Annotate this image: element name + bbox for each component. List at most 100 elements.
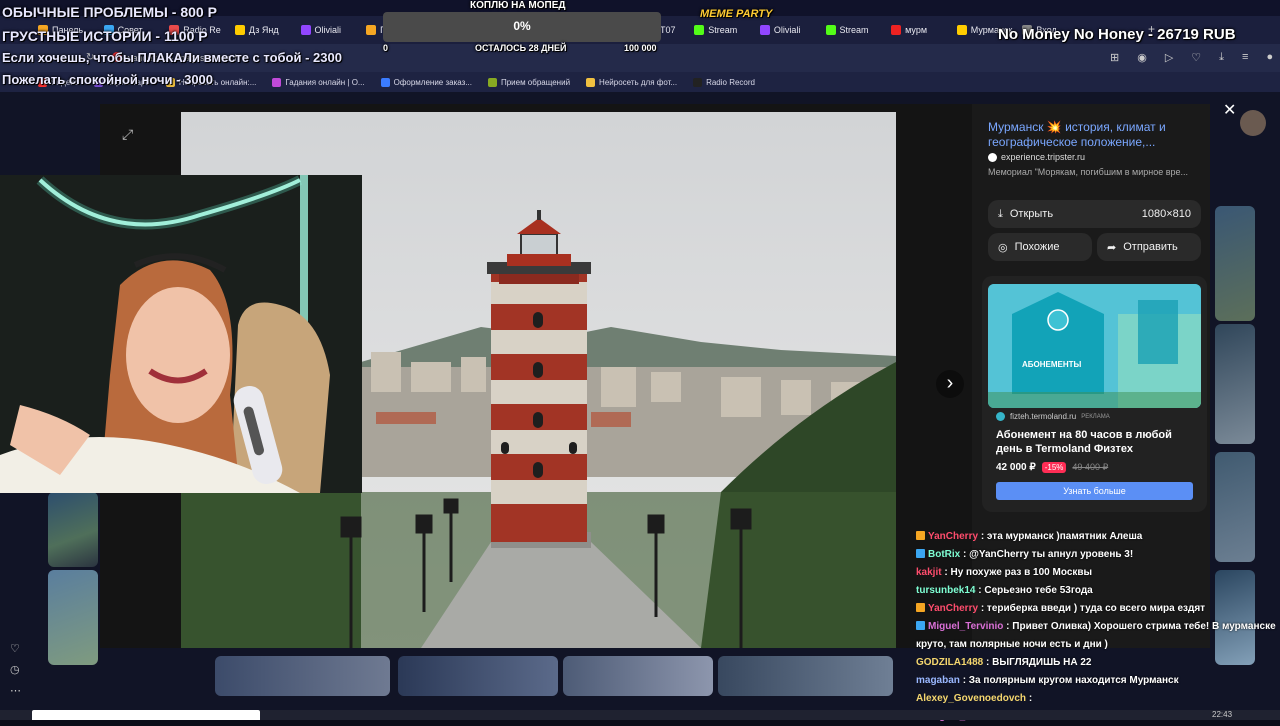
chat-message: tursunbek14 : Серьезно тебе 53года xyxy=(916,582,1276,600)
ad-banner-text: АБОНЕМЕНТЫ xyxy=(1022,360,1082,369)
browser-tab[interactable]: Stream xyxy=(694,19,754,41)
ad-cta-button[interactable]: Узнать больше xyxy=(996,482,1193,500)
ad-banner[interactable]: АБОНЕМЕНТЫ xyxy=(988,284,1201,408)
result-thumbnail[interactable] xyxy=(1215,206,1255,321)
ad-domain[interactable]: fizteh.termoland.ru xyxy=(1010,412,1076,421)
bookmark-icon xyxy=(586,77,596,87)
browser-tab[interactable]: мурм xyxy=(891,19,951,41)
source-site[interactable]: experience.tripster.ru xyxy=(1001,152,1085,162)
tab-label: Stream xyxy=(839,25,869,35)
similar-label: Похожие xyxy=(1014,241,1060,253)
close-icon[interactable]: ✕ xyxy=(1223,100,1236,120)
taskbar-search[interactable] xyxy=(32,710,260,720)
tab-label: Oliviali xyxy=(314,25,342,35)
more-icon[interactable]: ⋯ xyxy=(10,684,21,697)
download-icon[interactable]: ⤓ xyxy=(1219,51,1224,64)
chat-username[interactable]: GODZILA1488 xyxy=(916,657,983,668)
goal-remaining: ОСТАЛОСЬ 28 ДНЕЙ xyxy=(475,43,567,53)
browser-tab[interactable]: Stream xyxy=(825,19,886,41)
chat-username[interactable]: YanCherry xyxy=(928,531,978,542)
donation-menu-line: ОБЫЧНЫЕ ПРОБЛЕМЫ - 800 Р xyxy=(2,4,217,20)
chat-message: Miguel_Tervinio : Привет Оливка) Хорошег… xyxy=(916,618,1276,636)
result-title-link[interactable]: Мурманск 💥 история, климат и географичес… xyxy=(988,120,1188,150)
expand-icon[interactable]: ⤢ xyxy=(122,126,133,143)
ad-old-price: 49 400 ₽ xyxy=(1072,462,1109,472)
chat-message: YanCherry : териберка введи ) туда со вс… xyxy=(916,600,1276,618)
result-thumbnail[interactable] xyxy=(215,656,390,696)
chat-username[interactable]: Miguel_Tervinio xyxy=(928,621,1003,632)
ad-banner-graphic xyxy=(988,284,1201,408)
result-thumbnail[interactable] xyxy=(1215,324,1255,444)
tab-favicon-icon xyxy=(825,25,836,35)
next-image-icon[interactable]: › xyxy=(936,370,964,398)
chat-badge-icon xyxy=(916,549,925,558)
result-thumbnail[interactable] xyxy=(48,570,98,665)
tab-label: Stream xyxy=(708,25,738,35)
tab-favicon-icon xyxy=(300,25,311,35)
browser-tab[interactable]: Oliviali xyxy=(759,19,820,41)
menu-icon[interactable]: ≡ xyxy=(1242,51,1248,64)
bookmark-label: Radio Record xyxy=(706,77,755,87)
open-button[interactable]: ⤓ Открыть 1080×810 xyxy=(988,200,1201,228)
meme-party-logo: MEME PARTY xyxy=(700,8,773,20)
play-icon[interactable]: ▷ xyxy=(1165,51,1173,64)
webcam-feed xyxy=(0,175,362,493)
bookmark-item[interactable]: Нейросеть для фот... xyxy=(586,77,678,87)
chat-text: : ВЫГЛЯДИШЬ НА 22 xyxy=(986,657,1092,668)
tab-favicon-icon xyxy=(956,25,967,35)
bookmark-label: Нейросеть для фот... xyxy=(599,77,678,87)
result-thumbnail[interactable] xyxy=(563,656,713,696)
similar-button[interactable]: ◎ Похожие xyxy=(988,233,1092,261)
bookmark-item[interactable]: Оформление заказ... xyxy=(380,77,472,87)
bookmark-icon xyxy=(380,77,390,87)
chat-username[interactable]: kakjit xyxy=(916,567,942,578)
ad-site-icon xyxy=(996,412,1005,421)
camera-icon: ◎ xyxy=(998,241,1008,254)
resolution-label: 1080×810 xyxy=(1141,208,1191,220)
bookmark-icon xyxy=(272,77,282,87)
chat-message: круто, там полярные ночи есть и дни ) xyxy=(916,636,1276,654)
chat-message: GODZILA1488 : ВЫГЛЯДИШЬ НА 22 xyxy=(916,654,1276,672)
chat-text: : За полярным кругом находится Мурманск xyxy=(962,675,1179,686)
donation-menu-line: Если хочешь, чтобы ПЛАКАЛи вместе с тобо… xyxy=(2,50,342,65)
share-button[interactable]: ➦ Отправить xyxy=(1097,233,1201,261)
screenshot-icon[interactable]: ◉ xyxy=(1137,51,1147,64)
chat-username[interactable]: YanCherry xyxy=(928,603,978,614)
chat-username[interactable]: tursunbek14 xyxy=(916,585,975,596)
tab-favicon-icon xyxy=(366,25,377,35)
chat-text: : териберка введи ) туда со всего мира е… xyxy=(980,603,1206,614)
result-thumbnail[interactable] xyxy=(398,656,558,696)
image-description: Мемориал "Морякам, погибшим в мирное вре… xyxy=(988,167,1189,177)
goal-percent: 0% xyxy=(513,19,531,33)
profile-icon[interactable]: ● xyxy=(1266,51,1273,64)
bookmark-item[interactable]: Гадания онлайн | О... xyxy=(272,77,365,87)
extensions-icon[interactable]: ⊞ xyxy=(1110,51,1119,64)
bookmark-item[interactable]: Radio Record xyxy=(693,77,755,87)
avatar[interactable] xyxy=(1240,110,1266,136)
browser-tab[interactable]: Дз Янд xyxy=(234,19,295,41)
tab-label: мурм xyxy=(905,25,928,35)
favorite-icon[interactable]: ♡ xyxy=(1191,51,1201,64)
bookmark-icon xyxy=(693,77,703,87)
chat-message: Alexey_Govenoedovch : xyxy=(916,690,1276,708)
chat-username[interactable]: magaban xyxy=(916,675,960,686)
bookmark-label: Прием обращений xyxy=(500,77,571,87)
goal-start: 0 xyxy=(383,43,389,53)
result-thumbnail[interactable] xyxy=(718,656,893,696)
chat-text: : xyxy=(1028,693,1033,704)
history-icon[interactable]: ◷ xyxy=(10,663,21,676)
goal-target: 100 000 xyxy=(624,43,657,53)
ad-headline[interactable]: Абонемент на 80 часов в любой день в Ter… xyxy=(996,428,1192,456)
tab-favicon-icon xyxy=(694,25,705,35)
browser-tab[interactable]: Oliviali xyxy=(300,19,361,41)
favorites-icon[interactable]: ♡ xyxy=(10,642,21,655)
taskbar: 22:43 xyxy=(0,710,1280,720)
tab-favicon-icon xyxy=(891,25,902,35)
tab-favicon-icon xyxy=(234,25,245,35)
chat-username[interactable]: Alexey_Govenoedovch xyxy=(916,693,1026,704)
taskbar-clock: 22:43 xyxy=(1212,710,1233,719)
bookmark-item[interactable]: Прием обращений xyxy=(487,77,571,87)
result-thumbnail[interactable] xyxy=(48,492,98,567)
open-label: Открыть xyxy=(1009,208,1054,220)
chat-username[interactable]: BotRix xyxy=(928,549,960,560)
